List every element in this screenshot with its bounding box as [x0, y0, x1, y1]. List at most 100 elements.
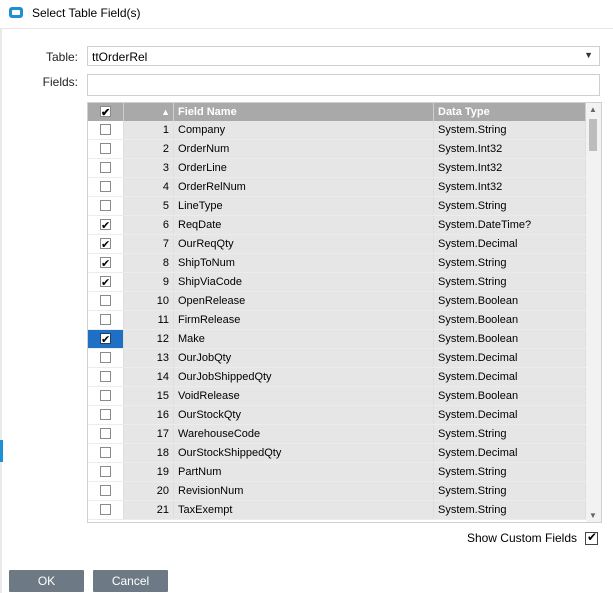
- row-select-cell[interactable]: [88, 159, 124, 177]
- row-select-cell[interactable]: [88, 444, 124, 462]
- row-select-cell[interactable]: [88, 349, 124, 367]
- table-row[interactable]: 1 Company System.String: [88, 121, 586, 140]
- row-checkbox[interactable]: [100, 352, 111, 363]
- header-field-name[interactable]: Field Name: [174, 103, 434, 121]
- ok-button[interactable]: OK: [9, 570, 84, 592]
- row-select-cell[interactable]: [88, 140, 124, 158]
- row-number: 1: [124, 121, 174, 139]
- row-select-cell[interactable]: [88, 254, 124, 272]
- row-select-cell[interactable]: [88, 216, 124, 234]
- row-select-cell[interactable]: [88, 292, 124, 310]
- side-indicator: [0, 440, 3, 462]
- scroll-down-icon[interactable]: ▼: [589, 511, 597, 520]
- row-select-cell[interactable]: [88, 482, 124, 500]
- table-row[interactable]: 2 OrderNum System.Int32: [88, 140, 586, 159]
- row-checkbox[interactable]: [100, 217, 111, 234]
- scroll-thumb[interactable]: [589, 119, 597, 151]
- row-select-cell[interactable]: [88, 235, 124, 253]
- row-select-cell[interactable]: [88, 197, 124, 215]
- table-row[interactable]: 10 OpenRelease System.Boolean: [88, 292, 586, 311]
- row-number: 6: [124, 216, 174, 234]
- scroll-up-icon[interactable]: ▲: [589, 105, 597, 114]
- row-checkbox[interactable]: [100, 200, 111, 211]
- cancel-button[interactable]: Cancel: [93, 570, 168, 592]
- row-number: 10: [124, 292, 174, 310]
- table-row[interactable]: 14 OurJobShippedQty System.Decimal: [88, 368, 586, 387]
- sort-asc-icon[interactable]: ▲: [161, 103, 170, 121]
- row-checkbox[interactable]: [100, 485, 111, 496]
- row-field-name: Company: [174, 121, 434, 139]
- row-select-cell[interactable]: [88, 330, 124, 348]
- row-number: 9: [124, 273, 174, 291]
- select-all-checkbox[interactable]: [100, 104, 111, 122]
- row-checkbox[interactable]: [100, 390, 111, 401]
- row-checkbox[interactable]: [100, 162, 111, 173]
- table-row[interactable]: 16 OurStockQty System.Decimal: [88, 406, 586, 425]
- row-checkbox[interactable]: [100, 331, 111, 348]
- row-select-cell[interactable]: [88, 387, 124, 405]
- table-row[interactable]: 18 OurStockShippedQty System.Decimal: [88, 444, 586, 463]
- row-checkbox[interactable]: [100, 314, 111, 325]
- row-data-type: System.Decimal: [434, 235, 586, 253]
- row-select-cell[interactable]: [88, 501, 124, 519]
- table-row[interactable]: 3 OrderLine System.Int32: [88, 159, 586, 178]
- window-left-edge: [0, 28, 2, 593]
- table-row[interactable]: 21 TaxExempt System.String: [88, 501, 586, 520]
- row-data-type: System.Boolean: [434, 311, 586, 329]
- row-checkbox[interactable]: [100, 447, 111, 458]
- fields-input[interactable]: [87, 74, 600, 96]
- row-checkbox[interactable]: [100, 504, 111, 515]
- table-row[interactable]: 9ShipViaCodeSystem.String: [88, 273, 586, 292]
- table-label: Table:: [45, 50, 78, 64]
- row-field-name: OrderNum: [174, 140, 434, 158]
- row-select-cell[interactable]: [88, 463, 124, 481]
- row-select-cell[interactable]: [88, 368, 124, 386]
- row-select-cell[interactable]: [88, 406, 124, 424]
- row-select-cell[interactable]: [88, 121, 124, 139]
- row-checkbox[interactable]: [100, 409, 111, 420]
- table-row[interactable]: 13 OurJobQty System.Decimal: [88, 349, 586, 368]
- row-checkbox[interactable]: [100, 428, 111, 439]
- row-select-cell[interactable]: [88, 311, 124, 329]
- row-checkbox[interactable]: [100, 143, 111, 154]
- fields-grid: ▲ Field Name Data Type 1CompanySystem.St…: [87, 102, 602, 523]
- row-checkbox[interactable]: [100, 295, 111, 306]
- row-checkbox[interactable]: [100, 255, 111, 272]
- table-row[interactable]: 8ShipToNumSystem.String: [88, 254, 586, 273]
- table-row[interactable]: 6ReqDateSystem.DateTime?: [88, 216, 586, 235]
- table-row[interactable]: 15 VoidRelease System.Boolean: [88, 387, 586, 406]
- row-data-type: System.String: [434, 463, 586, 481]
- header-select-all[interactable]: [88, 103, 124, 122]
- header-data-type[interactable]: Data Type: [434, 103, 586, 121]
- show-custom-fields-checkbox[interactable]: [585, 530, 598, 545]
- row-number: 17: [124, 425, 174, 443]
- row-data-type: System.Boolean: [434, 292, 586, 310]
- table-row[interactable]: 19 PartNum System.String: [88, 463, 586, 482]
- row-number: 16: [124, 406, 174, 424]
- chevron-down-icon[interactable]: ▼: [584, 50, 593, 60]
- row-data-type: System.String: [434, 254, 586, 272]
- table-row[interactable]: 12MakeSystem.Boolean: [88, 330, 586, 349]
- row-checkbox[interactable]: [100, 371, 111, 382]
- header-row-number[interactable]: ▲: [124, 103, 174, 121]
- table-row[interactable]: 4 OrderRelNum System.Int32: [88, 178, 586, 197]
- row-number: 4: [124, 178, 174, 196]
- table-row[interactable]: 5 LineType System.String: [88, 197, 586, 216]
- grid-vertical-scrollbar[interactable]: ▲ ▼: [586, 103, 601, 522]
- row-checkbox[interactable]: [100, 274, 111, 291]
- row-checkbox[interactable]: [100, 236, 111, 253]
- row-checkbox[interactable]: [100, 466, 111, 477]
- row-field-name: OrderRelNum: [174, 178, 434, 196]
- table-dropdown[interactable]: ttOrderRel ▼: [87, 46, 600, 66]
- table-row[interactable]: 17 WarehouseCode System.String: [88, 425, 586, 444]
- row-number: 12: [124, 330, 174, 348]
- row-select-cell[interactable]: [88, 273, 124, 291]
- fields-label: Fields:: [42, 75, 78, 89]
- row-select-cell[interactable]: [88, 425, 124, 443]
- table-row[interactable]: 7OurReqQtySystem.Decimal: [88, 235, 586, 254]
- row-checkbox[interactable]: [100, 181, 111, 192]
- row-select-cell[interactable]: [88, 178, 124, 196]
- table-row[interactable]: 20 RevisionNum System.String: [88, 482, 586, 501]
- table-row[interactable]: 11 FirmRelease System.Boolean: [88, 311, 586, 330]
- row-checkbox[interactable]: [100, 124, 111, 135]
